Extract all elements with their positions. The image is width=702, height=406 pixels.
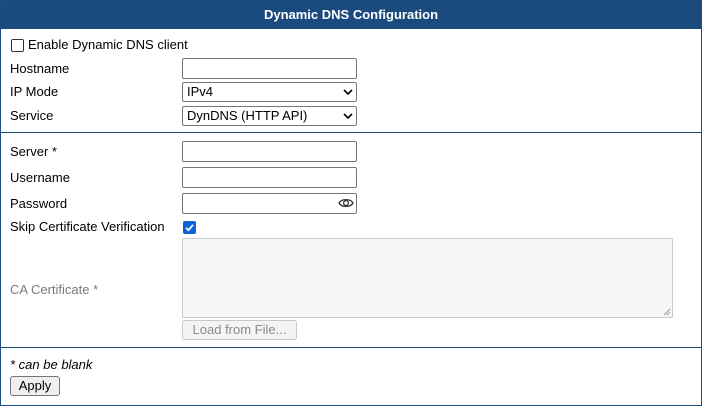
username-label: Username [10,170,70,185]
blank-note: * can be blank [10,357,93,372]
panel-title: Dynamic DNS Configuration [1,1,701,29]
chevron-down-icon [343,113,353,120]
ip-mode-value: IPv4 [187,84,214,99]
service-select[interactable]: DynDNS (HTTP API) [182,106,357,126]
eye-icon[interactable] [338,196,354,210]
hostname-input[interactable] [182,58,357,79]
ca-cert-textarea[interactable] [182,238,673,318]
apply-button[interactable]: Apply [10,376,60,396]
chevron-down-icon [343,89,353,96]
password-label: Password [10,196,68,211]
resize-grip-icon[interactable] [663,308,671,316]
service-label: Service [10,108,54,123]
password-input[interactable] [182,193,357,214]
enable-ddns-label[interactable]: Enable Dynamic DNS client [28,37,188,53]
ip-mode-label: IP Mode [10,84,59,99]
section-divider [1,132,701,133]
enable-ddns-checkbox[interactable] [11,39,24,52]
hostname-label: Hostname [10,61,70,76]
skip-cert-label[interactable]: Skip Certificate Verification [10,219,165,235]
service-value: DynDNS (HTTP API) [187,108,308,123]
skip-cert-checkbox[interactable] [183,221,196,234]
server-label: Server * [10,144,57,159]
footer-divider [1,347,701,348]
ip-mode-select[interactable]: IPv4 [182,82,357,102]
checkmark-icon [185,224,194,232]
ddns-config-panel: Dynamic DNS Configuration Enable Dynamic… [0,0,702,406]
load-from-file-button[interactable]: Load from File... [182,320,297,340]
ca-cert-label: CA Certificate * [10,282,99,297]
server-input[interactable] [182,141,357,162]
username-input[interactable] [182,167,357,188]
